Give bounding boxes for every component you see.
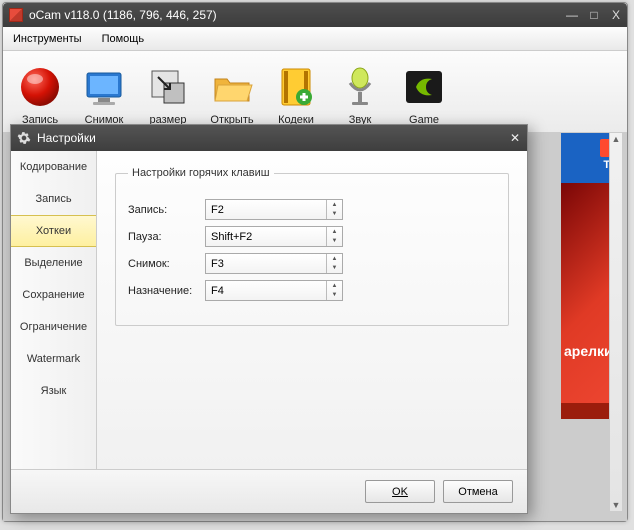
sound-button[interactable]: Звук bbox=[329, 55, 391, 128]
scroll-down-icon[interactable]: ▼ bbox=[612, 499, 621, 511]
dialog-tabs: Кодирование Запись Хоткеи Выделение Сохр… bbox=[11, 151, 97, 469]
dialog-title: Настройки bbox=[37, 131, 503, 145]
dialog-footer: OK Отмена bbox=[11, 469, 527, 513]
record-button[interactable]: Запись bbox=[9, 55, 71, 128]
record-hotkey-value: F2 bbox=[211, 204, 224, 216]
scroll-up-icon[interactable]: ▲ bbox=[612, 133, 621, 145]
tab-encoding[interactable]: Кодирование bbox=[11, 151, 96, 183]
window-title: oCam v118.0 (1186, 796, 446, 257) bbox=[29, 8, 561, 22]
tab-selection[interactable]: Выделение bbox=[11, 247, 96, 279]
titlebar: oCam v118.0 (1186, 796, 446, 257) — □ X bbox=[3, 3, 627, 27]
record-hotkey-input[interactable]: F2 ▲▼ bbox=[205, 199, 343, 220]
tab-record[interactable]: Запись bbox=[11, 183, 96, 215]
record-icon bbox=[17, 64, 63, 110]
codecs-button[interactable]: Кодеки bbox=[265, 55, 327, 128]
snapshot-button[interactable]: Снимок bbox=[73, 55, 135, 128]
tab-watermark[interactable]: Watermark bbox=[11, 343, 96, 375]
folder-icon bbox=[209, 64, 255, 110]
spinner-icon[interactable]: ▲▼ bbox=[326, 254, 342, 273]
snapshot-hotkey-label: Снимок: bbox=[128, 258, 205, 270]
hotkeys-legend: Настройки горячих клавиш bbox=[128, 167, 274, 179]
spinner-icon[interactable]: ▲▼ bbox=[326, 227, 342, 246]
app-icon bbox=[9, 8, 23, 22]
gear-icon bbox=[17, 131, 31, 145]
menu-tools[interactable]: Инструменты bbox=[3, 33, 92, 45]
cancel-button[interactable]: Отмена bbox=[443, 480, 513, 503]
pause-hotkey-input[interactable]: Shift+F2 ▲▼ bbox=[205, 226, 343, 247]
ok-button[interactable]: OK bbox=[365, 480, 435, 503]
banner-text: арелки bbox=[564, 343, 613, 359]
settings-dialog: Настройки ✕ Кодирование Запись Хоткеи Вы… bbox=[10, 124, 528, 514]
resize-icon bbox=[145, 64, 191, 110]
target-hotkey-label: Назначение: bbox=[128, 285, 205, 297]
target-hotkey-input[interactable]: F4 ▲▼ bbox=[205, 280, 343, 301]
codecs-icon bbox=[273, 64, 319, 110]
ad-banner: X ТВ арелки ▲ ▼ bbox=[561, 133, 621, 511]
game-button[interactable]: Game bbox=[393, 55, 455, 128]
tab-language[interactable]: Язык bbox=[11, 375, 96, 407]
minimize-button[interactable]: — bbox=[561, 8, 583, 22]
dialog-titlebar: Настройки ✕ bbox=[11, 125, 527, 151]
tab-save[interactable]: Сохранение bbox=[11, 279, 96, 311]
resize-button[interactable]: размер bbox=[137, 55, 199, 128]
pause-hotkey-value: Shift+F2 bbox=[211, 231, 252, 243]
open-button[interactable]: Открыть bbox=[201, 55, 263, 128]
menubar: Инструменты Помощь bbox=[3, 27, 627, 51]
toolbar: Запись Снимок размер Открыть Кодеки bbox=[3, 51, 627, 133]
dialog-body: Кодирование Запись Хоткеи Выделение Сохр… bbox=[11, 151, 527, 469]
hotkeys-pane: Настройки горячих клавиш Запись: F2 ▲▼ П… bbox=[97, 151, 527, 469]
nvidia-icon bbox=[401, 64, 447, 110]
spinner-icon[interactable]: ▲▼ bbox=[326, 200, 342, 219]
maximize-button[interactable]: □ bbox=[583, 8, 605, 22]
target-hotkey-value: F4 bbox=[211, 285, 224, 297]
tab-hotkeys[interactable]: Хоткеи bbox=[11, 215, 96, 247]
hotkeys-fieldset: Настройки горячих клавиш Запись: F2 ▲▼ П… bbox=[115, 167, 509, 326]
close-button[interactable]: X bbox=[605, 8, 627, 22]
snapshot-hotkey-value: F3 bbox=[211, 258, 224, 270]
dialog-close-button[interactable]: ✕ bbox=[503, 131, 527, 145]
snapshot-hotkey-input[interactable]: F3 ▲▼ bbox=[205, 253, 343, 274]
tab-limit[interactable]: Ограничение bbox=[11, 311, 96, 343]
pause-hotkey-label: Пауза: bbox=[128, 231, 205, 243]
spinner-icon[interactable]: ▲▼ bbox=[326, 281, 342, 300]
menu-help[interactable]: Помощь bbox=[92, 33, 155, 45]
scrollbar[interactable]: ▲ ▼ bbox=[609, 133, 622, 511]
microphone-icon bbox=[337, 64, 383, 110]
record-hotkey-label: Запись: bbox=[128, 204, 205, 216]
monitor-icon bbox=[81, 64, 127, 110]
